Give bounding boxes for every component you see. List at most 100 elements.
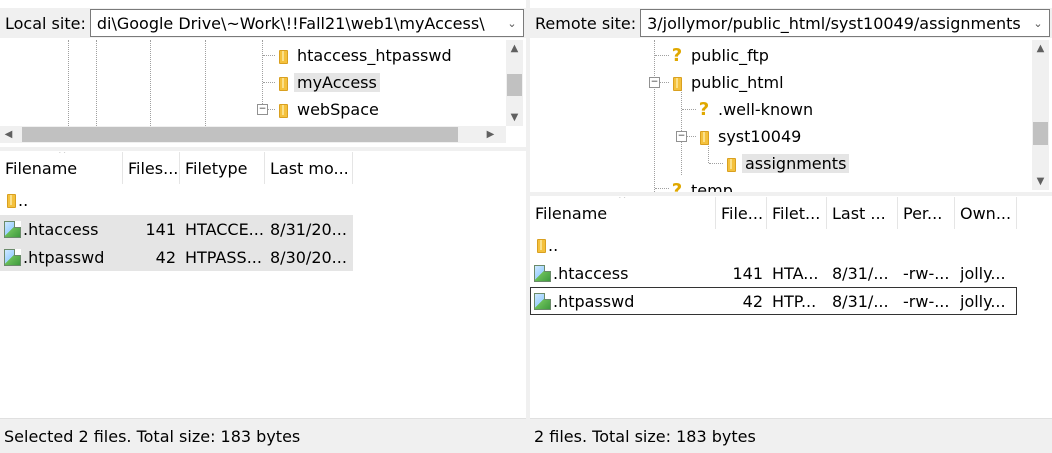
file-icon xyxy=(534,264,551,282)
column-header-label: File... xyxy=(721,203,764,223)
remote-pane: Remote site: 3/jollymor/public_html/syst… xyxy=(530,0,1052,453)
folder-icon xyxy=(697,129,711,145)
tree-item-label: public_ftp xyxy=(691,46,769,65)
filesize-cell: 141 xyxy=(145,219,176,239)
folder-icon xyxy=(4,192,18,208)
column-header-filesize[interactable]: File... xyxy=(716,197,767,229)
file-name: .htaccess xyxy=(23,219,99,239)
table-row[interactable]: .htaccess 141 HTA... 8/31/... -rw-... jo… xyxy=(530,259,1017,287)
filename-cell: .htaccess xyxy=(4,215,122,243)
chevron-down-icon[interactable]: ⌄ xyxy=(501,10,523,36)
folder-icon xyxy=(724,156,738,172)
file-icon xyxy=(4,220,21,238)
scroll-thumb[interactable] xyxy=(22,127,458,142)
scroll-down-icon[interactable]: ▼ xyxy=(506,109,523,126)
file-name: .. xyxy=(548,235,559,255)
remote-pane-splitter[interactable] xyxy=(530,192,1052,196)
column-header-label: Files... xyxy=(128,158,179,178)
last-modified-cell: 8/31/... xyxy=(832,263,889,283)
remote-file-list[interactable]: ^ Filename File... Filet... Last ... Per… xyxy=(530,197,1052,418)
scroll-right-icon[interactable]: ▶ xyxy=(482,126,499,143)
tree-guide-line xyxy=(68,40,69,126)
tree-collapse-toggle[interactable]: − xyxy=(649,77,660,88)
filename-cell: .htpasswd xyxy=(4,243,122,271)
local-tree-vertical-scrollbar[interactable]: ▲ ▼ xyxy=(506,40,523,126)
table-row[interactable]: .htaccess 141 HTACCE... 8/31/20... xyxy=(0,215,353,243)
tree-item[interactable]: syst10049 xyxy=(697,123,804,150)
local-site-path-combo[interactable]: di\Google Drive\~Work\!!Fall21\web1\myAc… xyxy=(89,9,524,37)
question-icon: ? xyxy=(698,98,710,120)
tree-item[interactable]: ? .well-known xyxy=(697,96,816,123)
tree-guide-line xyxy=(682,109,696,110)
remote-tree-vertical-scrollbar[interactable]: ▲ ▼ xyxy=(1032,40,1049,190)
local-tree-horizontal-scrollbar[interactable]: ◀ ▶ xyxy=(0,126,506,143)
scroll-up-icon[interactable]: ▲ xyxy=(1032,40,1049,57)
column-header-filename[interactable]: ^ Filename xyxy=(530,197,716,229)
local-site-path[interactable]: di\Google Drive\~Work\!!Fall21\web1\myAc… xyxy=(91,14,509,33)
column-header-label: Filename xyxy=(5,158,78,178)
remote-site-bar: Remote site: 3/jollymor/public_html/syst… xyxy=(530,8,1052,38)
local-pane-splitter[interactable] xyxy=(0,147,526,151)
tree-guide-line xyxy=(262,40,263,110)
column-header-label: Own... xyxy=(960,203,1012,223)
tree-item[interactable]: webSpace xyxy=(276,96,382,123)
tree-item[interactable]: ? public_ftp xyxy=(670,42,772,69)
tree-item[interactable]: ? temp xyxy=(670,177,736,192)
question-icon: ? xyxy=(671,179,683,192)
owner-cell: jolly... xyxy=(960,291,1006,311)
column-header-owner[interactable]: Own... xyxy=(955,197,1017,229)
tree-guide-line xyxy=(709,163,723,164)
tree-guide-line xyxy=(205,40,206,126)
remote-site-path-combo[interactable]: 3/jollymor/public_html/syst10049/assignm… xyxy=(640,9,1050,37)
tree-item[interactable]: assignments xyxy=(724,150,850,177)
local-directory-tree[interactable]: − htaccess_htpasswd myAccess webSpace ▲ … xyxy=(0,40,526,146)
filetype-cell: HTP... xyxy=(772,291,817,311)
tree-item-label: assignments xyxy=(742,154,850,173)
tree-collapse-toggle[interactable]: − xyxy=(676,131,687,142)
tree-guide-line xyxy=(96,40,97,126)
list-item-parent-dir[interactable]: .. xyxy=(0,186,353,214)
remote-status-bar: 2 files. Total size: 183 bytes xyxy=(530,418,1052,453)
file-name: .. xyxy=(18,190,29,210)
scroll-thumb[interactable] xyxy=(507,74,522,96)
column-header-permissions[interactable]: Per... xyxy=(898,197,955,229)
file-name: .htpasswd xyxy=(23,247,105,267)
scroll-thumb[interactable] xyxy=(1033,122,1048,145)
scroll-up-icon[interactable]: ▲ xyxy=(506,40,523,57)
tree-item[interactable]: htaccess_htpasswd xyxy=(276,42,455,69)
file-name: .htaccess xyxy=(553,263,629,283)
column-header-filetype[interactable]: Filetype xyxy=(180,152,265,184)
local-file-list[interactable]: ^ Filename Files... Filetype Last mo... … xyxy=(0,152,526,418)
column-header-last-modified[interactable]: Last mo... xyxy=(265,152,353,184)
list-item-parent-dir[interactable]: .. xyxy=(530,231,1017,259)
scroll-down-icon[interactable]: ▼ xyxy=(1032,173,1049,190)
sort-ascending-icon: ^ xyxy=(618,197,627,205)
local-site-bar: Local site: di\Google Drive\~Work\!!Fall… xyxy=(0,8,526,38)
filesize-cell: 42 xyxy=(742,291,763,311)
column-header-filetype[interactable]: Filet... xyxy=(767,197,827,229)
table-row[interactable]: .htpasswd 42 HTP... 8/31/... -rw-... jol… xyxy=(530,287,1017,315)
remote-site-path[interactable]: 3/jollymor/public_html/syst10049/assignm… xyxy=(641,14,1045,33)
column-header-label: Filetype xyxy=(185,158,248,178)
table-row[interactable]: .htpasswd 42 HTPASS... 8/30/20... xyxy=(0,243,353,271)
tree-item-label: myAccess xyxy=(294,73,380,92)
tree-collapse-toggle[interactable]: − xyxy=(257,104,268,115)
last-modified-cell: 8/31/20... xyxy=(270,219,347,239)
tree-item[interactable]: public_html xyxy=(670,69,787,96)
tree-item-label: syst10049 xyxy=(718,127,802,146)
tree-guide-line xyxy=(654,40,655,192)
column-header-label: Last ... xyxy=(832,203,886,223)
tree-guide-line xyxy=(150,40,151,126)
column-header-last-modified[interactable]: Last ... xyxy=(827,197,898,229)
remote-directory-tree[interactable]: − − ? public_ftp public_html ? .well-kno… xyxy=(530,40,1052,192)
tree-item[interactable]: myAccess xyxy=(276,69,380,96)
tree-guide-line xyxy=(655,188,669,189)
column-header-filename[interactable]: ^ Filename xyxy=(0,152,123,184)
remote-site-label: Remote site: xyxy=(535,13,637,33)
scroll-left-icon[interactable]: ◀ xyxy=(0,126,17,143)
column-header-label: Per... xyxy=(903,203,943,223)
column-header-filesize[interactable]: Files... xyxy=(123,152,180,184)
sort-ascending-icon: ^ xyxy=(58,152,67,160)
chevron-down-icon[interactable]: ⌄ xyxy=(1027,10,1049,36)
remote-status-text: 2 files. Total size: 183 bytes xyxy=(534,426,756,446)
